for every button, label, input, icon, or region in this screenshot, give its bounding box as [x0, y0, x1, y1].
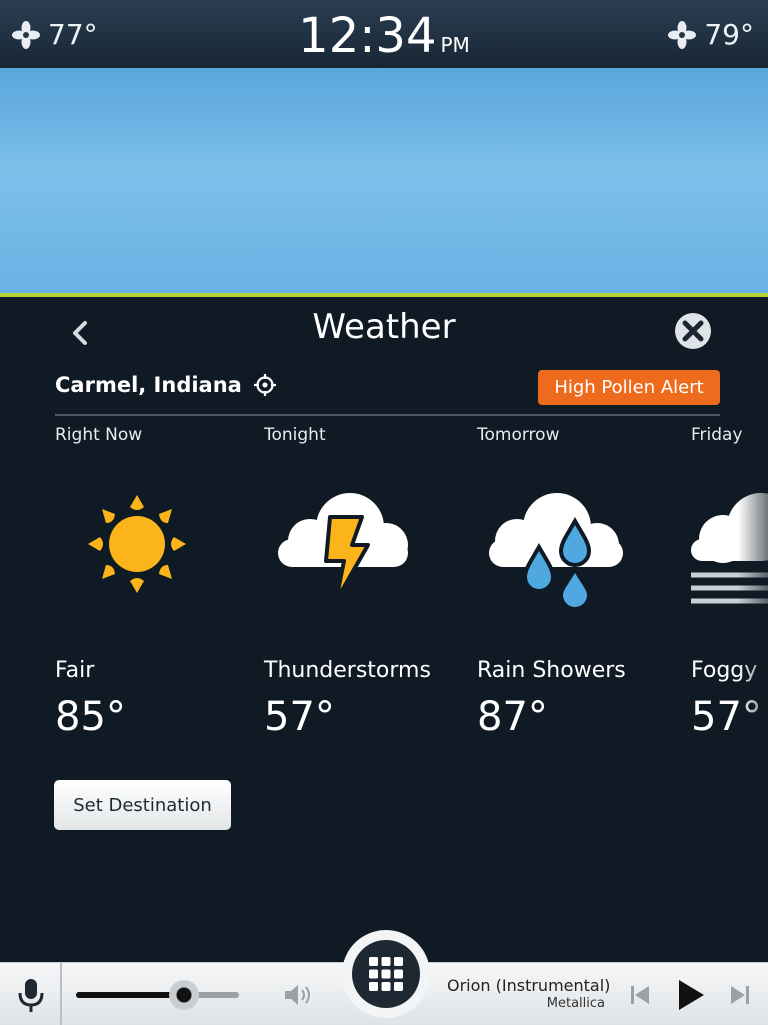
forecast-temperature: 57°: [264, 694, 335, 740]
play-button[interactable]: [676, 977, 706, 1013]
volume-knob[interactable]: [168, 980, 199, 1010]
forecast-item[interactable]: Right Now Fair 85°: [55, 425, 265, 740]
forecast-period: Tomorrow: [477, 425, 560, 445]
volume-slider[interactable]: [76, 980, 239, 1010]
forecast-temperature: 85°: [55, 694, 126, 740]
forecast-condition: Thunderstorms: [264, 658, 431, 683]
play-icon: [679, 980, 704, 1010]
fan-icon: [668, 20, 697, 49]
forecast-condition: Rain Showers: [477, 658, 626, 683]
right-temperature: 79°: [704, 18, 754, 51]
forecast-period: Right Now: [55, 425, 143, 445]
speaker-icon: [285, 985, 310, 1005]
home-button-inner: [352, 940, 420, 1008]
sky-background: [0, 68, 768, 294]
location-selector[interactable]: Carmel, Indiana: [55, 373, 276, 397]
forecast-item[interactable]: Tomorrow Rain Showers 87°: [477, 425, 687, 740]
volume-fill: [76, 992, 184, 998]
crosshair-icon: [253, 374, 276, 396]
forecast-temperature: 87°: [477, 694, 548, 740]
track-title: Orion (Instrumental): [447, 976, 611, 995]
clock-time: 12:34: [298, 8, 437, 64]
right-climate-control[interactable]: 79°: [668, 18, 754, 51]
close-button[interactable]: [673, 311, 713, 351]
weather-panel: Weather Carmel, Indiana High Pollen Aler…: [0, 297, 768, 962]
thunderstorm-icon: [278, 493, 408, 603]
rain-icon: [489, 493, 623, 609]
home-button[interactable]: [342, 930, 430, 1018]
scroll-fade: [738, 417, 768, 797]
divider: [60, 963, 62, 1025]
pollen-alert-button[interactable]: High Pollen Alert: [538, 370, 720, 405]
close-icon: [675, 313, 711, 349]
skip-forward-icon: [731, 986, 749, 1004]
forecast-period: Tonight: [264, 425, 326, 445]
location-name: Carmel, Indiana: [55, 373, 242, 397]
status-bar: 77° 12:34 PM 79°: [0, 0, 768, 68]
divider: [55, 414, 720, 416]
sun-icon: [88, 495, 186, 593]
app-grid-icon: [369, 957, 403, 991]
forecast-item[interactable]: Tonight Thunderstorms 57°: [264, 425, 474, 740]
set-destination-button[interactable]: Set Destination: [54, 780, 231, 830]
voice-button[interactable]: [12, 975, 50, 1015]
page-title: Weather: [312, 307, 456, 347]
speaker-button[interactable]: [282, 981, 316, 1009]
clock: 12:34 PM: [0, 8, 768, 64]
track-artist: Metallica: [546, 996, 605, 1011]
next-track-button[interactable]: [728, 981, 752, 1009]
forecast-condition: Fair: [55, 658, 95, 683]
skip-back-icon: [631, 986, 649, 1004]
clock-ampm: PM: [440, 33, 470, 57]
microphone-icon: [18, 979, 44, 1012]
previous-track-button[interactable]: [628, 981, 652, 1009]
